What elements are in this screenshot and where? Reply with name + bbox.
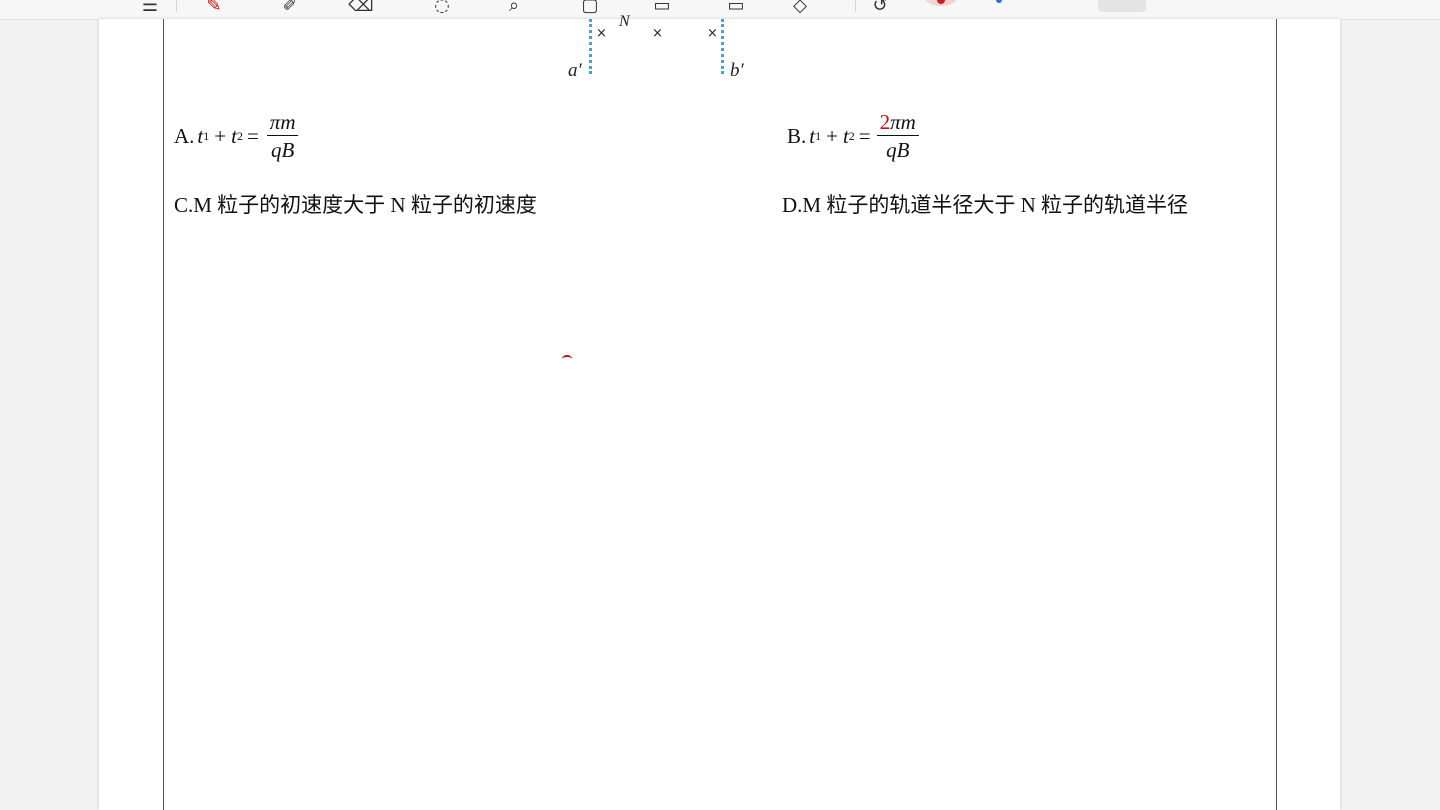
undo-icon[interactable]: ↺ bbox=[866, 0, 894, 16]
numerator-text: πm bbox=[890, 110, 916, 134]
fraction-denominator: qB bbox=[886, 138, 910, 162]
shape-icon[interactable]: ▢ bbox=[576, 0, 604, 16]
equals-sign: = bbox=[246, 124, 259, 148]
toolbar-active-button[interactable] bbox=[1098, 0, 1146, 12]
page-border-right bbox=[1276, 19, 1277, 810]
fraction-numerator: πm bbox=[266, 109, 299, 136]
t2-subscript: 2 bbox=[236, 129, 243, 143]
t2-subscript: 2 bbox=[848, 129, 855, 143]
particle-label-n: N bbox=[619, 13, 630, 30]
t1-subscript: 1 bbox=[815, 129, 822, 143]
lasso-icon[interactable]: ◌ bbox=[428, 0, 456, 16]
option-d: D.M 粒子的轨道半径大于 N 粒子的轨道半径 bbox=[782, 193, 1189, 217]
field-cross: × bbox=[596, 26, 607, 41]
option-b-prefix: B. bbox=[787, 124, 807, 148]
pen-icon[interactable]: ✎ bbox=[200, 0, 228, 16]
tag-icon[interactable]: ◇ bbox=[786, 0, 814, 16]
field-cross: × bbox=[652, 26, 663, 41]
blue-color-swatch[interactable] bbox=[996, 0, 1002, 3]
plus-sign: + bbox=[214, 124, 227, 148]
fraction-numerator: 2πm bbox=[876, 109, 919, 136]
option-b: B. t1 + t2 = 2πm qB bbox=[787, 109, 919, 164]
fraction: πm qB bbox=[266, 109, 299, 164]
toolbar-separator bbox=[176, 0, 177, 12]
boundary-line-b bbox=[721, 19, 724, 74]
option-a: A. t1 + t2 = πm qB bbox=[174, 109, 299, 164]
annotation-toolbar: ☰ ✎ ✐ ⌫ ◌ ⌕ ▢ ▭ ▭ ◇ ↺ bbox=[0, 0, 1440, 20]
ink-stroke bbox=[562, 355, 572, 363]
option-c: C.M 粒子的初速度大于 N 粒子的初速度 bbox=[174, 193, 537, 217]
option-a-prefix: A. bbox=[174, 124, 195, 148]
field-cross: × bbox=[707, 26, 718, 41]
search-icon[interactable]: ⌕ bbox=[500, 0, 528, 16]
page-border-left bbox=[163, 19, 164, 810]
toolbar-separator bbox=[855, 0, 856, 12]
fraction: 2πm qB bbox=[876, 109, 919, 164]
eraser-icon[interactable]: ⌫ bbox=[347, 0, 375, 16]
equals-sign: = bbox=[858, 124, 871, 148]
t1-subscript: 1 bbox=[203, 129, 210, 143]
plus-sign: + bbox=[826, 124, 838, 148]
red-color-swatch[interactable] bbox=[924, 0, 958, 6]
label-a-prime: a′ bbox=[568, 60, 582, 81]
image-icon[interactable]: ▭ bbox=[722, 0, 750, 16]
menu-icon[interactable]: ☰ bbox=[136, 0, 164, 16]
document-page: × × × N a′ b′ A. t1 + t2 = πm qB B. t1 +… bbox=[99, 13, 1340, 810]
boundary-line-a bbox=[589, 19, 592, 74]
highlighter-icon[interactable]: ✐ bbox=[276, 0, 304, 16]
fraction-denominator: qB bbox=[270, 138, 295, 162]
handwritten-two: 2 bbox=[879, 110, 891, 134]
label-b-prime: b′ bbox=[730, 60, 744, 81]
text-icon[interactable]: ▭ bbox=[648, 0, 676, 16]
